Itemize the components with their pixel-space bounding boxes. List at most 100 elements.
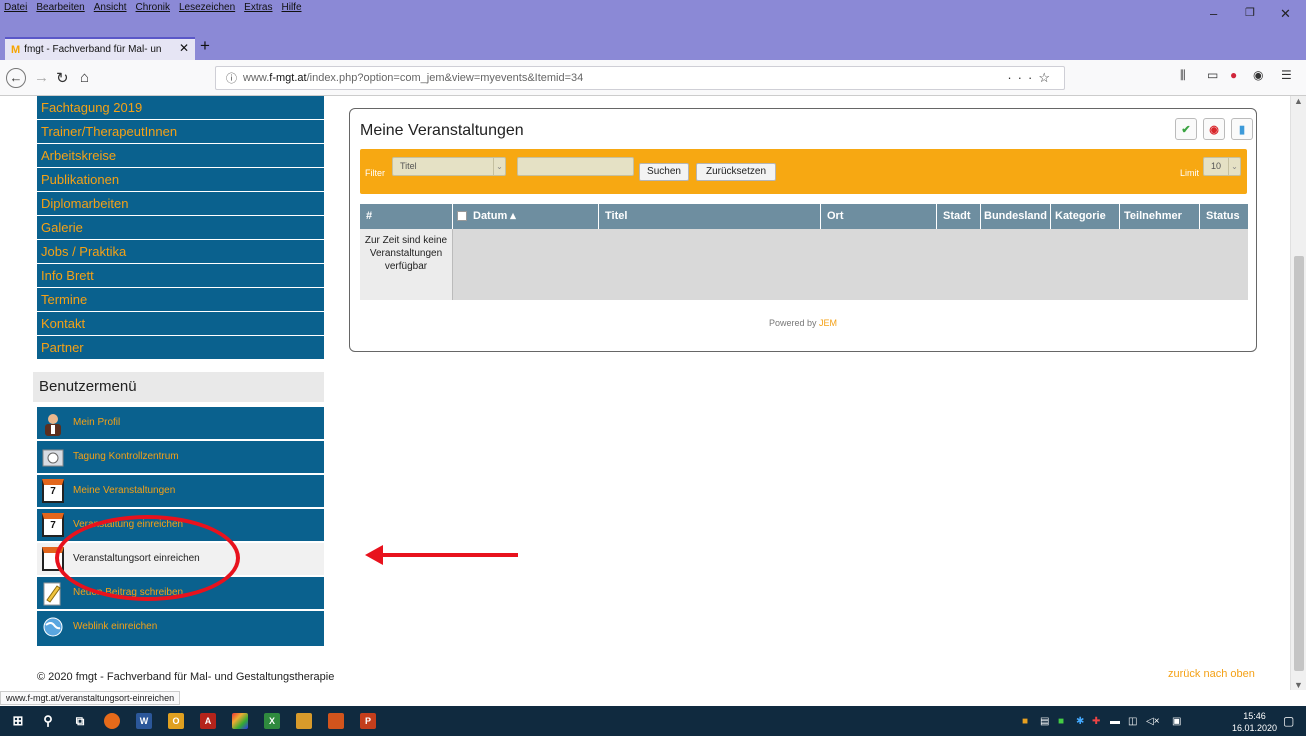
select-all-checkbox[interactable]: [457, 211, 467, 222]
notification-icon[interactable]: ▢: [1283, 714, 1294, 728]
restore-icon[interactable]: ❐: [1245, 6, 1255, 19]
browser-menubar: Datei Bearbeiten Ansicht Chronik Lesezei…: [0, 0, 1306, 32]
close-tab-icon[interactable]: ✕: [179, 41, 189, 55]
powerpoint-icon[interactable]: P: [360, 713, 376, 729]
user-item-weblink[interactable]: Weblink einreichen: [37, 611, 324, 644]
info-icon[interactable]: ⓘ: [226, 70, 237, 86]
back-icon[interactable]: ←: [6, 68, 26, 88]
col-teilnehmer[interactable]: Teilnehmer: [1120, 204, 1200, 229]
clock-icon: [42, 447, 64, 471]
tray-office-icon[interactable]: ■: [1022, 716, 1028, 727]
tray-app-icon[interactable]: ■: [1058, 716, 1064, 727]
trash-icon: ▮: [1238, 123, 1246, 136]
search-icon[interactable]: ⚲: [40, 713, 56, 729]
volume-icon[interactable]: ◁×: [1146, 716, 1160, 727]
col-kategorie[interactable]: Kategorie: [1051, 204, 1120, 229]
nav-jobs[interactable]: Jobs / Praktika: [37, 240, 324, 264]
col-status[interactable]: Status: [1200, 204, 1248, 229]
limit-label: Limit: [1180, 168, 1200, 178]
page-title: Meine Veranstaltungen: [360, 122, 524, 139]
annotation-arrow-line: [378, 553, 518, 557]
limit-select[interactable]: 10 ⌄: [1203, 157, 1241, 176]
status-url: www.f-mgt.at/veranstaltungsort-einreiche…: [0, 691, 181, 705]
paint-icon[interactable]: [232, 713, 248, 729]
system-clock[interactable]: 15:46 16.01.2020: [1232, 710, 1277, 734]
nav-galerie[interactable]: Galerie: [37, 216, 324, 240]
menu-ansicht[interactable]: Ansicht: [94, 2, 127, 13]
browser-tab[interactable]: M fmgt - Fachverband für Mal- un ✕: [5, 37, 195, 60]
excel-icon[interactable]: X: [264, 713, 280, 729]
scroll-up-icon[interactable]: ▲: [1294, 96, 1303, 106]
acrobat-icon[interactable]: A: [200, 713, 216, 729]
tray-network-icon[interactable]: ▤: [1040, 716, 1049, 727]
wifi-icon[interactable]: ◫: [1128, 716, 1137, 727]
windows-start-icon[interactable]: ⊞: [10, 713, 26, 729]
nav-trainer[interactable]: Trainer/TherapeutInnen: [37, 120, 324, 144]
bluetooth-icon[interactable]: ✱: [1076, 716, 1084, 727]
account-icon[interactable]: ◉: [1253, 68, 1263, 82]
unpublish-button[interactable]: ◉: [1203, 118, 1225, 140]
nav-arbeitskreise[interactable]: Arbeitskreise: [37, 144, 324, 168]
search-button[interactable]: Suchen: [639, 163, 689, 181]
url-prefix: www.: [243, 72, 270, 84]
scrollbar-thumb[interactable]: [1294, 256, 1304, 671]
user-item-meine-veranstaltungen[interactable]: 7 Meine Veranstaltungen: [37, 475, 324, 508]
minimize-icon[interactable]: –: [1210, 6, 1217, 21]
filter-search-input[interactable]: [517, 157, 634, 176]
page-viewport: Fachtagung 2019 Trainer/TherapeutInnen A…: [0, 96, 1290, 690]
home-icon[interactable]: ⌂: [80, 69, 89, 86]
user-item-profil[interactable]: Mein Profil: [37, 407, 324, 440]
nav-partner[interactable]: Partner: [37, 336, 324, 360]
user-item-tagung[interactable]: Tagung Kontrollzentrum: [37, 441, 324, 474]
notes-icon[interactable]: [328, 713, 344, 729]
library-icon[interactable]: ⫼: [1180, 68, 1186, 83]
new-tab-icon[interactable]: +: [200, 36, 210, 56]
reload-icon[interactable]: ↻: [56, 69, 69, 87]
outlook-icon[interactable]: O: [168, 713, 184, 729]
nav-kontakt[interactable]: Kontakt: [37, 312, 324, 336]
menu-bearbeiten[interactable]: Bearbeiten: [36, 2, 84, 13]
nav-info-brett[interactable]: Info Brett: [37, 264, 324, 288]
adblock-icon[interactable]: ●: [1230, 68, 1237, 82]
reset-button[interactable]: Zurücksetzen: [696, 163, 776, 181]
col-bundesland[interactable]: Bundesland: [981, 204, 1051, 229]
word-icon[interactable]: W: [136, 713, 152, 729]
firefox-icon[interactable]: [104, 713, 120, 729]
col-titel[interactable]: Titel: [599, 204, 821, 229]
page-scrollbar[interactable]: ▲ ▼: [1290, 96, 1306, 690]
menu-extras[interactable]: Extras: [244, 2, 272, 13]
close-window-icon[interactable]: ✕: [1280, 6, 1291, 22]
menu-chronik[interactable]: Chronik: [136, 2, 170, 13]
keyboard-icon[interactable]: ▣: [1172, 716, 1181, 727]
sidebar-icon[interactable]: ▭: [1207, 68, 1218, 82]
page-actions-icon[interactable]: ···☆: [1007, 70, 1056, 86]
col-ort[interactable]: Ort: [821, 204, 937, 229]
nav-diplomarbeiten[interactable]: Diplomarbeiten: [37, 192, 324, 216]
jem-link[interactable]: JEM: [819, 318, 837, 328]
publish-button[interactable]: ✔: [1175, 118, 1197, 140]
menu-lesezeichen[interactable]: Lesezeichen: [179, 2, 235, 13]
tray-security-icon[interactable]: ✚: [1092, 716, 1100, 727]
limit-value: 10: [1211, 161, 1222, 171]
file-explorer-icon[interactable]: [296, 713, 312, 729]
trash-button[interactable]: ▮: [1231, 118, 1253, 140]
col-stadt[interactable]: Stadt: [937, 204, 981, 229]
nav-publikationen[interactable]: Publikationen: [37, 168, 324, 192]
task-view-icon[interactable]: ⧉: [72, 713, 88, 729]
filter-field-select[interactable]: Titel ⌄: [392, 157, 506, 176]
menu-hilfe[interactable]: Hilfe: [282, 2, 302, 13]
col-datum[interactable]: Datum ▴: [453, 204, 599, 229]
empty-message: Zur Zeit sind keine Veranstaltungen verf…: [360, 229, 453, 300]
nav-fachtagung[interactable]: Fachtagung 2019: [37, 96, 324, 120]
menu-datei[interactable]: Datei: [4, 2, 27, 13]
back-to-top-link[interactable]: zurück nach oben: [1168, 668, 1255, 680]
favicon-icon: M: [11, 43, 21, 56]
nav-termine[interactable]: Termine: [37, 288, 324, 312]
filter-field-value: Titel: [400, 161, 417, 171]
forward-icon[interactable]: →: [34, 69, 49, 86]
user-menu-heading: Benutzermenü: [33, 372, 324, 403]
scroll-down-icon[interactable]: ▼: [1294, 680, 1303, 690]
address-bar[interactable]: ⓘ www. f-mgt.at/index.php?option=com_jem&…: [215, 66, 1065, 90]
menu-icon[interactable]: ☰: [1281, 68, 1292, 82]
battery-icon[interactable]: ▬: [1110, 716, 1120, 727]
